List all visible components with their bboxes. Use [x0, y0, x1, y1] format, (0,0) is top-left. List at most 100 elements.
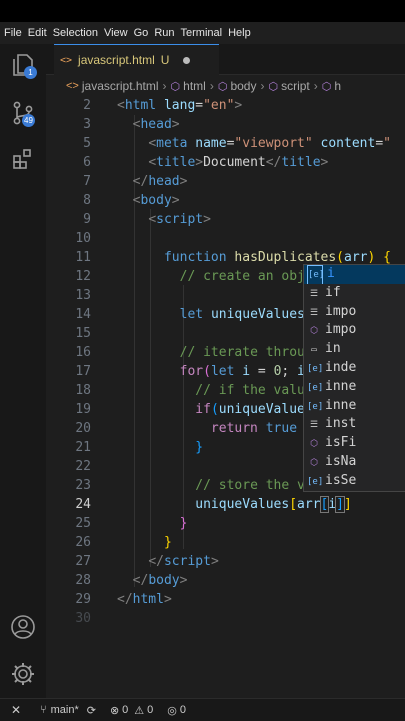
menu-selection[interactable]: Selection	[53, 27, 98, 39]
code-line: 30	[46, 609, 405, 628]
suggestion-item[interactable]: ☰ impo	[304, 303, 405, 322]
code-line: 28 </body>	[46, 571, 405, 590]
suggestion-item[interactable]: ☰ inst	[304, 415, 405, 434]
remote-indicator-icon[interactable]: ✕	[0, 699, 32, 721]
suggestion-label: inne	[325, 378, 357, 394]
element-icon: ⬡	[217, 80, 228, 93]
tab-untracked-status: U	[160, 53, 170, 67]
menu-help[interactable]: Help	[228, 27, 251, 39]
code-line: 2 <html lang="en">	[46, 96, 405, 115]
line-number: 3	[83, 117, 91, 132]
line-number: 20	[75, 421, 91, 436]
suggestion-item[interactable]: ⬡ impo	[304, 321, 405, 340]
module-icon: ⬡	[310, 326, 318, 337]
source-control-icon[interactable]: 49	[10, 100, 36, 127]
variable-icon: [e]	[307, 364, 324, 374]
line-number: 9	[83, 212, 91, 227]
suggestion-item[interactable]: [e] inne	[304, 397, 405, 416]
line-number: 29	[75, 592, 91, 607]
snippet-icon: ☰	[309, 288, 319, 299]
line-number: 11	[75, 250, 91, 265]
line-number: 15	[75, 326, 91, 341]
suggestion-label: isSe	[325, 472, 357, 488]
line-number: 18	[75, 383, 91, 398]
breadcrumb-file[interactable]: javascript.html	[82, 79, 159, 93]
breadcrumb: <> javascript.html › ⬡ html › ⬡ body › ⬡…	[46, 76, 405, 96]
menu-file[interactable]: File	[4, 27, 22, 39]
branch-name: main*	[50, 704, 79, 716]
code-line: 6 <title>Document</title>	[46, 153, 405, 172]
activity-bar: 1 49	[0, 44, 46, 698]
menu-edit[interactable]: Edit	[28, 27, 47, 39]
suggestion-item[interactable]: [e] inde	[304, 359, 405, 378]
html-file-icon: <>	[66, 80, 79, 92]
suggestion-item[interactable]: [e] i	[304, 265, 405, 284]
line-number: 27	[75, 554, 91, 569]
menu-run[interactable]: Run	[154, 27, 174, 39]
tab-bar: <> javascript.html U	[46, 44, 405, 75]
menu-view[interactable]: View	[104, 27, 128, 39]
line-number: 8	[83, 193, 91, 208]
suggestion-label: i	[327, 266, 335, 281]
top-black-strip	[0, 0, 405, 22]
suggestion-label: impo	[325, 322, 357, 338]
suggestion-label: inde	[325, 360, 357, 375]
tab-javascript-html[interactable]: <> javascript.html U	[54, 44, 219, 75]
suggestion-item[interactable]: ⬡ isNa	[304, 453, 405, 472]
line-number: 5	[83, 136, 91, 151]
line-number: 30	[75, 611, 91, 626]
suggestion-item[interactable]: ☰ if	[304, 284, 405, 303]
explorer-icon[interactable]: 1	[10, 52, 37, 79]
suggestion-item[interactable]: ⬡ isFi	[304, 434, 405, 453]
code-line: 29 </html>	[46, 590, 405, 609]
breadcrumb-script[interactable]: script	[281, 79, 310, 93]
snippet-icon: ☰	[309, 420, 319, 431]
line-number: 7	[83, 174, 91, 189]
autocomplete-suggestions: [e] i ☰ if ☰ impo ⬡ impo ▭ in [e] inde [e] inne…	[303, 264, 405, 492]
sync-icon[interactable]: ⟳	[87, 704, 96, 717]
status-bar: ✕ ⑂ main* ⟳ ⊗ 0 ⚠ 0 ◎ 0	[0, 698, 405, 721]
suggestion-label: isNa	[325, 454, 357, 469]
chevron-right-icon: ›	[313, 79, 318, 93]
broadcast-icon: ◎	[167, 704, 177, 717]
tab-filename: javascript.html	[78, 53, 155, 67]
line-number: 24	[75, 497, 91, 512]
extensions-icon[interactable]	[10, 146, 36, 172]
ports-indicator[interactable]: ◎ 0	[167, 704, 186, 717]
variable-icon: [e]	[307, 401, 324, 412]
line-number: 16	[75, 345, 91, 360]
line-number: 19	[75, 402, 91, 417]
breadcrumb-html[interactable]: html	[183, 79, 206, 93]
suggestion-item[interactable]: ▭ in	[304, 340, 405, 359]
warning-count: 0	[147, 704, 154, 716]
branch-indicator[interactable]: ⑂ main* ⟳	[40, 704, 96, 717]
variable-icon: [e]	[307, 265, 324, 284]
git-branch-icon: ⑂	[40, 704, 47, 716]
line-number: 14	[75, 307, 91, 322]
suggestion-label: inst	[325, 416, 357, 432]
line-number: 17	[75, 364, 91, 379]
code-line: 25 }	[46, 514, 405, 533]
suggestion-label: if	[325, 284, 341, 300]
suggestion-item[interactable]: [e] inne	[304, 378, 405, 397]
menu-go[interactable]: Go	[134, 27, 149, 39]
variable-icon: [e]	[307, 476, 324, 487]
problems-indicator[interactable]: ⊗ 0 ⚠ 0	[110, 704, 153, 717]
chevron-right-icon: ›	[260, 79, 265, 93]
suggestion-item[interactable]: [e] isSe	[304, 472, 405, 491]
breadcrumb-body[interactable]: body	[230, 79, 256, 93]
warning-icon: ⚠	[134, 704, 145, 717]
element-icon: ⬡	[170, 80, 181, 93]
breadcrumb-function[interactable]: h	[334, 79, 341, 93]
account-icon[interactable]	[10, 614, 36, 640]
code-line: 8 <body>	[46, 191, 405, 210]
line-number: 10	[75, 231, 91, 246]
unsaved-dot-icon[interactable]	[183, 56, 191, 64]
suggestion-label: in	[325, 341, 341, 357]
chevron-right-icon: ›	[162, 79, 167, 93]
line-number: 13	[75, 288, 91, 303]
line-number: 6	[83, 155, 91, 170]
menu-terminal[interactable]: Terminal	[181, 27, 223, 39]
element-icon: ⬡	[268, 80, 279, 93]
settings-gear-icon[interactable]	[10, 661, 36, 687]
